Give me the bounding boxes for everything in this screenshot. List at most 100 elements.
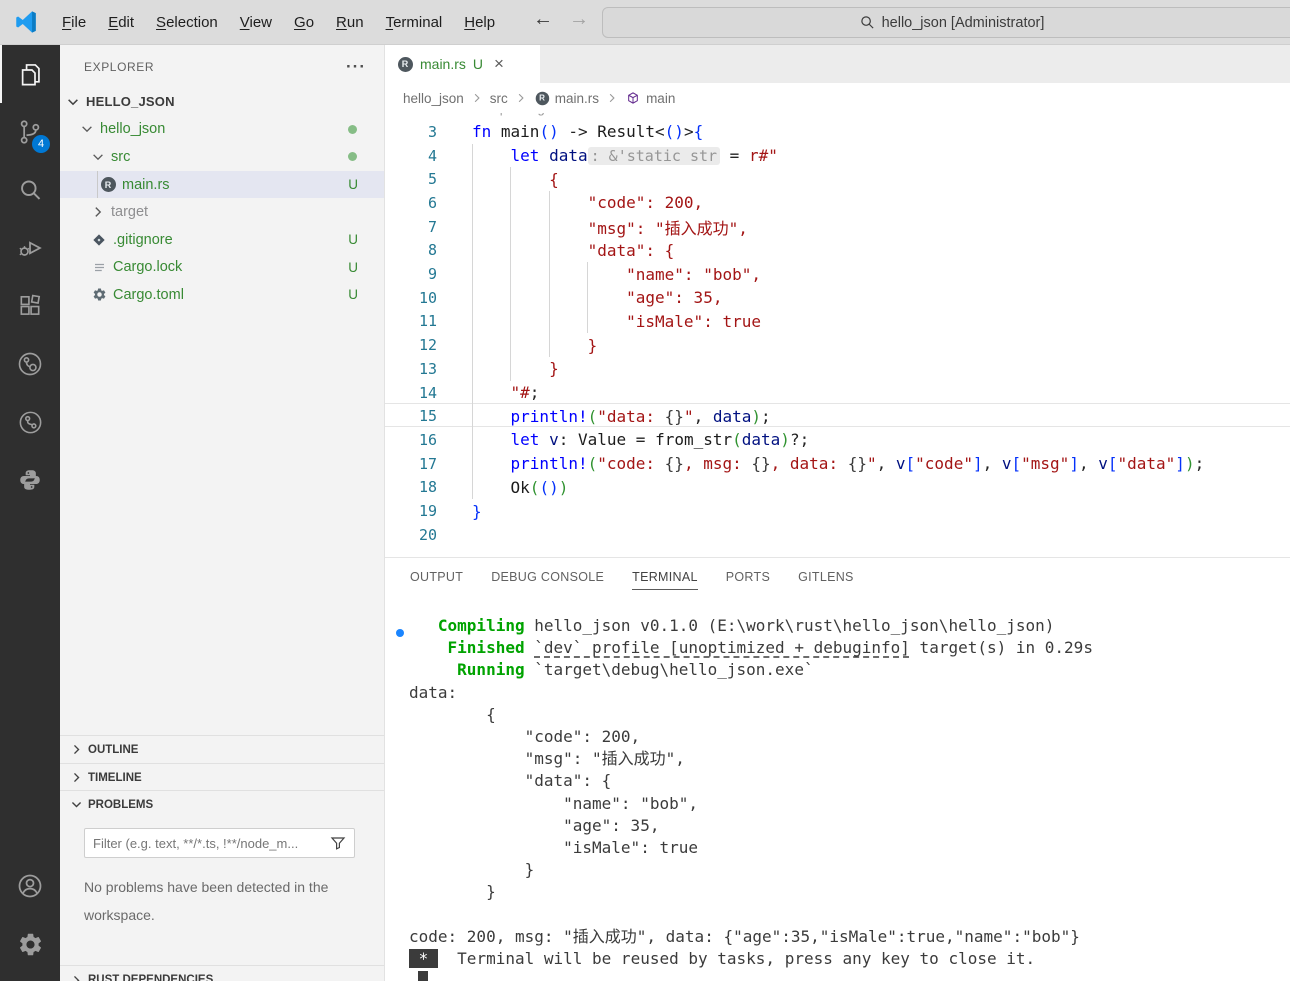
code-text: println!("data: {}", data);: [472, 407, 771, 426]
terminal-line: Finished `dev` profile [unoptimized + de…: [409, 637, 1290, 659]
activity-source-control-icon[interactable]: 4: [0, 103, 60, 161]
code-line-14[interactable]: 14 "#;: [385, 381, 1290, 405]
panel-tab-debug-console[interactable]: DEBUG CONSOLE: [491, 570, 604, 590]
section-outline[interactable]: OUTLINE: [60, 735, 384, 763]
panel-tab-gitlens[interactable]: GITLENS: [798, 570, 854, 590]
activity-run-debug-icon[interactable]: [0, 219, 60, 277]
menu-help[interactable]: Help: [453, 14, 506, 31]
panel-tab-output[interactable]: OUTPUT: [410, 570, 463, 590]
breadcrumb-label: hello_json: [403, 91, 464, 106]
terminal-line: Running `target\debug\hello_json.exe`: [409, 659, 1290, 681]
code-line-17[interactable]: 17 println!("code: {}, msg: {}, data: {}…: [385, 452, 1290, 476]
chevron-down-icon: [70, 798, 83, 811]
chevron-down-icon: [80, 122, 94, 136]
tree-item-Cargo-toml[interactable]: Cargo.tomlU: [60, 281, 384, 309]
code-line-20[interactable]: 20: [385, 523, 1290, 547]
breadcrumb-item-src[interactable]: src: [490, 91, 508, 106]
code-line-9[interactable]: 9 "name": "bob",: [385, 262, 1290, 286]
section-problems-label: PROBLEMS: [88, 799, 153, 811]
tab-main-rs[interactable]: R main.rs U ×: [385, 45, 540, 83]
tree-item-target[interactable]: target: [60, 198, 384, 226]
git-untracked-badge: U: [348, 287, 358, 302]
menu-terminal[interactable]: Terminal: [375, 14, 454, 31]
tree-item-label: src: [111, 149, 130, 165]
git-untracked-badge: U: [348, 260, 358, 275]
code-line-5[interactable]: 5 {: [385, 167, 1290, 191]
activity-git-graph-icon[interactable]: [0, 393, 60, 451]
breadcrumb-separator-icon: [471, 92, 483, 104]
code-line-11[interactable]: 11 "isMale": true: [385, 310, 1290, 334]
terminal-output[interactable]: Compiling hello_json v0.1.0 (E:\work\rus…: [409, 615, 1290, 970]
command-decoration-dot[interactable]: [396, 629, 404, 637]
menu-file[interactable]: File: [51, 14, 97, 31]
code-line-6[interactable]: 6 "code": 200,: [385, 191, 1290, 215]
file-tree: HELLO_JSON hello_jsonsrc Rmain.rsUtarget.…: [60, 88, 384, 309]
menu-go[interactable]: Go: [283, 14, 325, 31]
line-number: 12: [385, 336, 437, 354]
code-line-3[interactable]: 3fn main() -> Result<()>{: [385, 120, 1290, 144]
menu-run[interactable]: Run: [325, 14, 375, 31]
code-text: {: [472, 170, 559, 189]
code-editor[interactable]: Run | Debug 3fn main() -> Result<()>{4 l…: [385, 113, 1290, 557]
terminal-line: }: [409, 859, 1290, 881]
close-icon[interactable]: ×: [494, 54, 504, 74]
problems-filter-input[interactable]: [93, 836, 330, 851]
codelens-run-debug[interactable]: Run | Debug: [472, 113, 545, 116]
line-number: 20: [385, 526, 437, 544]
breadcrumb-item-main-rs[interactable]: Rmain.rs: [534, 90, 599, 106]
menu-view[interactable]: View: [229, 14, 283, 31]
activity-search-icon[interactable]: [0, 161, 60, 219]
code-line-13[interactable]: 13 }: [385, 357, 1290, 381]
panel-tab-ports[interactable]: PORTS: [726, 570, 770, 590]
code-line-10[interactable]: 10 "age": 35,: [385, 286, 1290, 310]
git-untracked-badge: U: [348, 232, 358, 247]
activity-extensions-icon[interactable]: [0, 277, 60, 335]
code-line-16[interactable]: 16 let v: Value = from_str(data)?;: [385, 428, 1290, 452]
chevron-right-icon: [70, 771, 83, 784]
activity-gitlens-icon[interactable]: [0, 335, 60, 393]
code-line-8[interactable]: 8 "data": {: [385, 239, 1290, 263]
activity-python-icon[interactable]: [0, 451, 60, 509]
tree-item-src[interactable]: src: [60, 143, 384, 171]
explorer-more-actions-icon[interactable]: ···: [346, 57, 366, 77]
search-icon: [860, 15, 875, 30]
nav-back-icon[interactable]: ←: [530, 8, 556, 31]
terminal-line: * Terminal will be reused by tasks, pres…: [409, 948, 1290, 970]
code-line-7[interactable]: 7 "msg": "插入成功",: [385, 215, 1290, 239]
tree-item-main-rs[interactable]: Rmain.rsU: [60, 171, 384, 199]
code-line-4[interactable]: 4 let data: &'static str = r#": [385, 144, 1290, 168]
breadcrumb: hello_json src Rmain.rs main: [385, 83, 1290, 113]
code-text: }: [472, 359, 559, 378]
command-center-search[interactable]: hello_json [Administrator]: [602, 7, 1290, 38]
menu-edit[interactable]: Edit: [97, 14, 145, 31]
section-rust-dependencies[interactable]: RUST DEPENDENCIES: [60, 965, 384, 981]
breadcrumb-item-main[interactable]: main: [625, 90, 675, 106]
code-line-12[interactable]: 12 }: [385, 333, 1290, 357]
sidebar-explorer: EXPLORER ··· HELLO_JSON hello_jsonsrcRma…: [60, 45, 385, 981]
tree-item-gitignore[interactable]: .gitignore U: [60, 226, 384, 254]
panel-tab-terminal[interactable]: TERMINAL: [632, 570, 698, 590]
code-text: let v: Value = from_str(data)?;: [472, 430, 809, 449]
tree-item-root[interactable]: HELLO_JSON: [60, 88, 384, 116]
breadcrumb-item-hello_json[interactable]: hello_json: [403, 91, 464, 106]
search-box-text: hello_json [Administrator]: [882, 15, 1045, 31]
activity-account-icon[interactable]: [0, 857, 60, 915]
indent-guide: [587, 262, 588, 333]
tree-item-Cargo-lock[interactable]: Cargo.lock U: [60, 254, 384, 282]
activity-files-icon[interactable]: [0, 45, 60, 103]
code-line-18[interactable]: 18 Ok(()): [385, 476, 1290, 500]
code-line-19[interactable]: 19}: [385, 499, 1290, 523]
section-problems[interactable]: PROBLEMS: [60, 790, 384, 818]
menu-selection[interactable]: Selection: [145, 14, 229, 31]
tab-git-status-badge: U: [473, 56, 483, 72]
tree-item-label: Cargo.lock: [113, 259, 182, 275]
nav-forward-icon[interactable]: →: [566, 8, 592, 31]
section-timeline[interactable]: TIMELINE: [60, 763, 384, 791]
code-text: "isMale": true: [472, 312, 761, 331]
code-line-15[interactable]: 15 println!("data: {}", data);: [385, 404, 1290, 428]
breadcrumb-separator-icon: [606, 92, 618, 104]
terminal-cursor: [418, 971, 428, 981]
tree-item-hello_json[interactable]: hello_json: [60, 116, 384, 144]
activity-settings-gear-icon[interactable]: [0, 915, 60, 973]
tree-item-label: .gitignore: [113, 232, 173, 248]
